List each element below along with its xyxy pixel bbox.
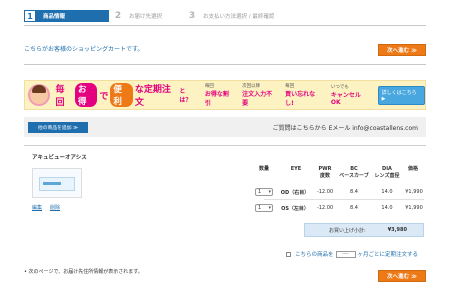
banner-detail-button[interactable]: 詳しくはこちら ▶: [377, 85, 426, 105]
banner-info-3: 毎回 買い忘れなし!: [285, 84, 316, 107]
shipping-note: • 次のページで、お届け先住所情報が表示されます。: [24, 269, 143, 275]
add-product-bar: 他の商品を追加 ≫ ご質問はこちらから Eメール info@coastallen…: [24, 117, 426, 137]
header-eye: EYE: [290, 166, 302, 172]
cart-table: アキュビューオアシス 編集 削除 数量 EYE PWR 度数 BC ベースカーブ D…: [24, 145, 426, 217]
regular-order-pre: こちらの商品を: [295, 252, 334, 258]
header-pwr: PWR 度数: [318, 166, 332, 179]
step-label: お届け先選択: [129, 14, 163, 20]
banner-info-4: いつでも キャンセルOK: [330, 85, 361, 106]
edit-link[interactable]: 編集: [32, 204, 42, 211]
header-bc: BC ベースカーブ: [339, 166, 369, 179]
subtotal-value: ¥3,980: [387, 227, 407, 233]
next-button-top[interactable]: 次へ進む ≫: [378, 44, 426, 56]
divider: [24, 64, 426, 65]
pwr-od: -12.00: [316, 189, 334, 195]
regular-order-post: ヶ月ごとに定期注文する: [357, 252, 419, 258]
header-price: 価格: [407, 166, 418, 172]
subtotal-box: お買い上げ小計: ¥3,980: [304, 223, 424, 237]
woman-illustration-icon: [28, 84, 50, 106]
qty-select-os[interactable]: 1: [255, 204, 273, 212]
banner-info-1: 毎回 お得な割引: [204, 84, 229, 107]
step-number: 2: [114, 11, 122, 21]
regular-order-interval-select[interactable]: ----: [335, 250, 356, 258]
regular-order-banner[interactable]: 毎回 お得 で 便利 な定期注文 とは？ 毎回 お得な割引 次回以降 注文入力不…: [24, 80, 426, 110]
regular-order-checkbox[interactable]: [286, 251, 291, 257]
pwr-os: -12.00: [316, 205, 334, 211]
row-divider: [264, 199, 424, 200]
qty-select-od[interactable]: 1: [255, 188, 273, 196]
banner-info-2: 次回以降 注文入力不要: [242, 84, 273, 107]
header-qty: 数量: [258, 166, 269, 172]
contact-text: ご質問はこちらから Eメール info@coastallens.com: [272, 124, 418, 132]
step-2: 2 お届け先選択: [112, 10, 162, 22]
header-dia: DIA レンズ直径: [374, 166, 400, 179]
price-od: ¥1,990: [405, 189, 423, 195]
price-os: ¥1,990: [405, 205, 423, 211]
cart-title: こちらがお客様のショッピングカートです。: [24, 46, 144, 53]
regular-order-option: こちらの商品を ---- ヶ月ごとに定期注文する: [286, 250, 418, 258]
product-name: アキュビューオアシス: [32, 155, 87, 161]
checkout-steps: 1 商品情報 2 お届け先選択 3 お支払い方法選択 / 最終確認: [24, 10, 426, 22]
step-number: 3: [188, 11, 196, 21]
next-button-bottom[interactable]: 次へ進む ≫: [378, 270, 426, 282]
step-3: 3 お支払い方法選択 / 最終確認: [186, 10, 275, 22]
eye-od: OD（右目）: [280, 190, 310, 196]
subtotal-label: お買い上げ小計:: [329, 227, 366, 234]
banner-headline: 毎回 お得 で 便利 な定期注文 とは？: [55, 83, 192, 108]
delete-link[interactable]: 削除: [50, 204, 60, 211]
step-number: 1: [25, 11, 35, 21]
product-image: [32, 168, 82, 198]
dia-os: 14.0: [381, 205, 393, 211]
bc-od: 8.4: [350, 189, 358, 195]
step-1: 1 商品情報: [24, 10, 109, 22]
bc-os: 8.4: [350, 205, 358, 211]
dia-od: 14.0: [381, 189, 393, 195]
step-label: お支払い方法選択 / 最終確認: [203, 14, 275, 20]
step-label: 商品情報: [43, 14, 66, 20]
add-product-button[interactable]: 他の商品を追加 ≫: [28, 121, 88, 133]
eye-os: OS（左目）: [281, 206, 309, 212]
divider: [24, 25, 426, 26]
